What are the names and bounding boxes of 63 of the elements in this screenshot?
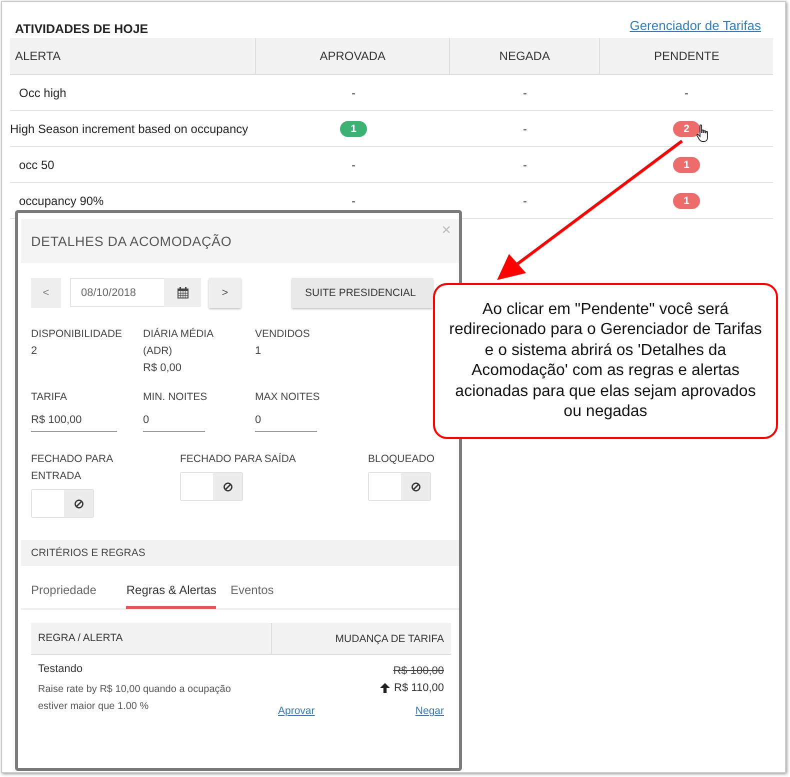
toggle-switch[interactable] [368,472,431,501]
stat-value: R$ 0,00 [143,361,183,376]
empty-dash: - [352,158,356,172]
tab[interactable]: Regras & Alertas [126,583,216,609]
calendar-button[interactable] [164,278,201,307]
blocked-icon [222,482,232,492]
section-header: CRITÉRIOS E REGRAS [21,540,459,566]
column-header: MUDANÇA DE TARIFA [334,632,445,644]
rule-description: Raise rate by R$ 10,00 quando a ocupação estiver maior que 1.00 % [38,683,232,714]
field-label: MAX NOITES [255,390,321,405]
new-rate: R$ 110,00 [394,681,444,696]
count-badge[interactable]: 1 [672,156,700,172]
toggle-switch[interactable] [180,472,243,501]
toggle-label: FECHADO PARA SAÍDA [180,452,297,467]
stat-label: DIÁRIA MÉDIA (ADR) [143,326,214,359]
stat-value: 2 [31,344,38,359]
calendar-icon [176,286,188,298]
alert-name: Occ high [18,86,66,100]
column-header: PENDENTE [653,48,720,65]
empty-dash: - [523,122,527,136]
room-type-button[interactable]: SUITE PRESIDENCIAL [292,278,433,308]
column-header: NEGADA [450,38,600,74]
toggle-switch[interactable] [31,489,94,518]
field-label: TARIFA [31,390,68,405]
empty-dash: - [523,86,527,100]
rule-name: Testando [38,662,84,677]
rate-manager-link[interactable]: Gerenciador de Tarifas [630,18,761,33]
toggle-label: FECHADO PARA ENTRADA [31,452,114,484]
column-header: APROVADA [256,38,450,74]
stat-value: 1 [255,344,262,359]
up-arrow-icon [380,683,390,693]
date-field[interactable]: 08/10/2018 [70,278,164,307]
count-badge[interactable]: 2 [672,120,700,136]
input-field[interactable]: 0 [255,414,317,432]
input-field[interactable]: 0 [143,414,205,432]
input-field[interactable]: R$ 100,00 [31,414,117,432]
approve-link[interactable]: Aprovar [278,705,315,717]
empty-dash: - [523,158,527,172]
alert-name: occupancy 90% [18,194,104,208]
field-label: MIN. NOITES [143,390,208,405]
section-title: ATIVIDADES DE HOJE [15,22,148,36]
empty-dash: - [352,194,356,208]
stat-label: VENDIDOS [255,327,311,342]
previous-day-button[interactable]: < [31,278,61,308]
panel-title: DETALHES DA ACOMODAÇÃO [31,234,232,248]
stat-label: DISPONIBILIDADE [31,327,124,342]
deny-link[interactable]: Negar [415,705,444,717]
count-badge[interactable]: 1 [672,192,700,208]
callout-note: Ao clicar em "Pendente" você será redirecionado para o Gerenciador de Tarifas e o sistema abrirá os 'Detalhes da Acomodação' com as regras e alertas acionadas para que elas sejam aprovados ou negadas [433,283,778,439]
next-day-button[interactable]: > [209,278,241,308]
column-header: ALERTA [10,38,256,74]
old-rate: R$ 100,00 [393,664,444,679]
alert-name: High Season increment based on occupancy [10,122,248,136]
blocked-icon [410,482,420,492]
alert-name: occ 50 [18,158,54,172]
tab[interactable]: Eventos [230,583,274,609]
blocked-icon [74,498,84,508]
column-header: REGRA / ALERTA [31,623,272,654]
empty-dash: - [352,86,356,100]
tab[interactable]: Propriedade [31,583,96,609]
empty-dash: - [523,194,527,208]
toggle-label: BLOQUEADO [368,452,436,467]
empty-dash: - [684,86,688,100]
